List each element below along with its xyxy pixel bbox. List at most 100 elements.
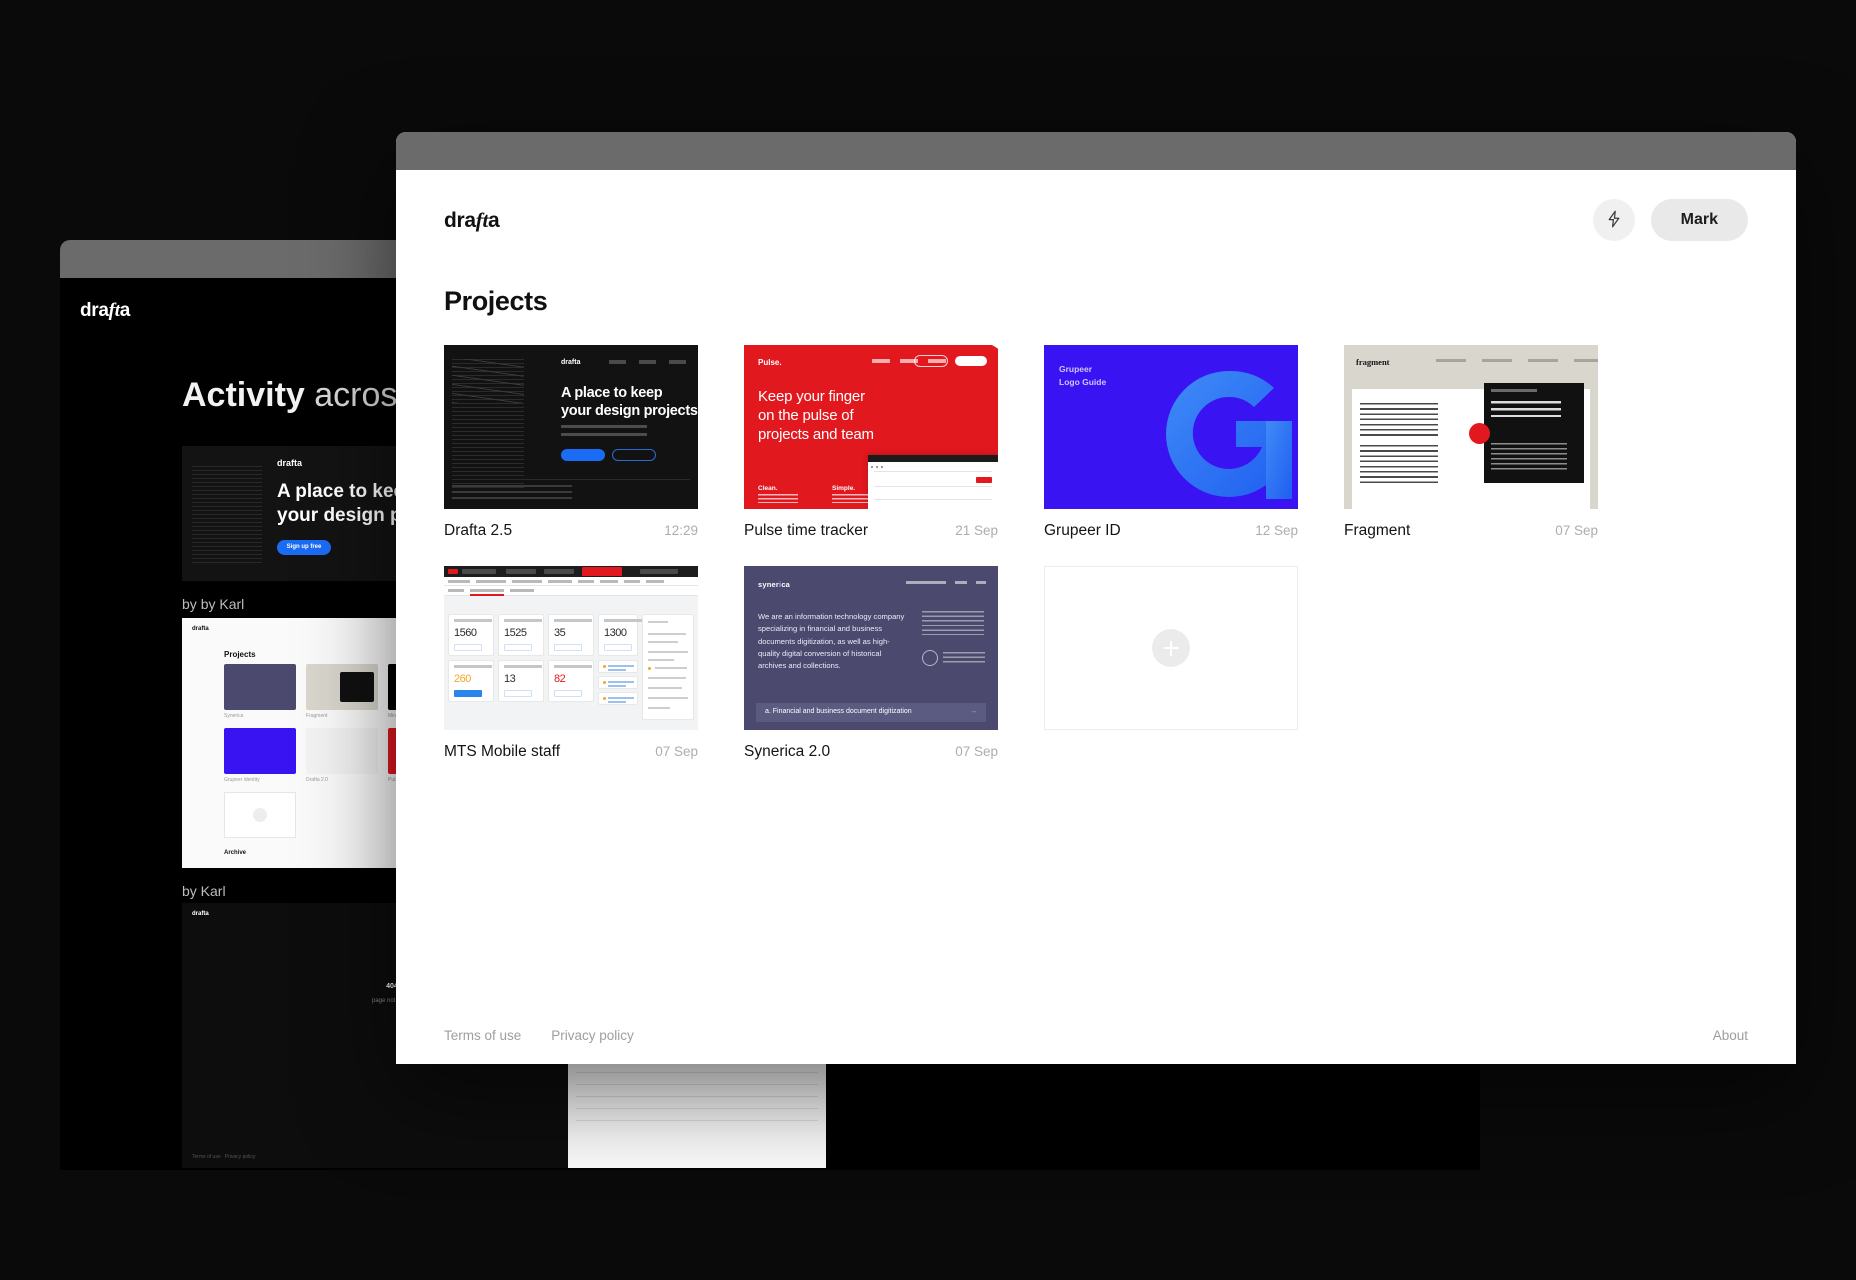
thumb-bottom-bar-label: a. Financial and business document digit… [765, 708, 912, 715]
background-board-tile [306, 728, 378, 774]
project-thumbnail-fragment[interactable]: fragment [1344, 345, 1598, 509]
plus-icon[interactable] [1152, 629, 1190, 667]
thumb-seal-icon [922, 650, 938, 666]
thumb-stat-value: 1300 [604, 627, 626, 639]
background-board-tile [224, 664, 296, 710]
project-card[interactable]: Grupeer Logo Guide [1044, 345, 1298, 540]
thumb-note [598, 676, 638, 689]
thumb-note [598, 692, 638, 705]
project-name: Drafta 2.5 [444, 522, 512, 540]
thumb-stat-value: 82 [554, 673, 565, 685]
project-meta: Drafta 2.5 12:29 [444, 522, 698, 540]
project-card[interactable]: 1560 1525 35 1300 [444, 566, 698, 761]
background-board-archive-title: Archive [224, 850, 246, 856]
background-hero-cta[interactable]: Sign up free [277, 540, 331, 555]
project-thumbnail-pulse[interactable]: Pulse. Keep your fingeron the pulse ofpr… [744, 345, 998, 509]
thumb-watermark [452, 359, 524, 403]
thumb-stat-value: 35 [554, 627, 565, 639]
background-brand-logo: drafta [80, 300, 130, 322]
thumb-col-1: Clean. [758, 485, 798, 492]
thumb-paragraph-1 [1360, 403, 1438, 436]
privacy-policy-link[interactable]: Privacy policy [551, 1028, 634, 1043]
thumb-headline: We are an information technology company… [758, 611, 906, 672]
thumb-headline: A place to keepyour design projects [561, 385, 698, 421]
thumb-stat-value: 260 [454, 673, 471, 685]
background-heading-bold: Activity [182, 376, 305, 414]
project-thumbnail-grupeer[interactable]: Grupeer Logo Guide [1044, 345, 1298, 509]
add-project-card[interactable] [1044, 566, 1298, 761]
main-content: Projects drafta A place to keepyour desi… [396, 270, 1796, 1006]
thumb-nav [1436, 359, 1598, 362]
thumb-paragraph [561, 425, 647, 440]
project-card[interactable]: synerica We are an information technolog… [744, 566, 998, 761]
about-link[interactable]: About [1713, 1028, 1748, 1043]
thumb-dark-panel [1484, 383, 1584, 483]
project-meta: Grupeer ID 12 Sep [1044, 522, 1298, 540]
account-button[interactable]: Mark [1651, 199, 1748, 241]
background-attribution-2: by Karl [182, 883, 226, 899]
app-header: drafta Mark [396, 170, 1796, 270]
project-card[interactable]: Pulse. Keep your fingeron the pulse ofpr… [744, 345, 998, 540]
project-date: 07 Sep [1555, 523, 1598, 538]
thumb-nav-pill-filled [954, 355, 988, 367]
window-titlebar[interactable] [396, 132, 1796, 170]
thumb-topbar [444, 566, 698, 577]
thumb-logo: Pulse. [758, 358, 782, 367]
terms-of-use-link[interactable]: Terms of use [444, 1028, 521, 1043]
thumb-paragraph-2 [1360, 445, 1438, 485]
thumb-title: Grupeer Logo Guide [1059, 363, 1106, 389]
background-board-tile-caption: Fragment [306, 713, 327, 719]
thumb-side-text [922, 611, 984, 635]
thumb-cta-secondary [612, 449, 656, 461]
background-dark-footer: Terms of use Privacy policy [192, 1154, 255, 1160]
thumb-bottom-bar: a. Financial and business document digit… [756, 703, 986, 722]
thumb-col-2: Simple. [832, 485, 872, 492]
project-date: 12:29 [664, 523, 698, 538]
thumb-footer-text [452, 485, 572, 501]
project-meta: Synerica 2.0 07 Sep [744, 743, 998, 761]
add-project-dropzone[interactable] [1044, 566, 1298, 730]
background-board-add-tile[interactable] [224, 792, 296, 838]
thumb-events-panel [642, 614, 694, 720]
thumb-stat-card: 35 [548, 614, 594, 656]
app-footer: Terms of use Privacy policy About [396, 1006, 1796, 1064]
background-hero-logo: drafta [277, 458, 302, 468]
thumb-logo: drafta [561, 359, 580, 366]
lightning-bolt-icon [1606, 210, 1622, 231]
project-date: 07 Sep [655, 744, 698, 759]
thumb-stat-value: 1560 [454, 627, 476, 639]
project-date: 07 Sep [955, 744, 998, 759]
background-board-tile-inner [340, 672, 374, 702]
background-board-title: Projects [224, 650, 256, 659]
header-actions: Mark [1593, 199, 1748, 241]
thumb-stat-card: 260 [448, 660, 494, 702]
thumb-logo: fragment [1356, 357, 1390, 367]
thumb-stat-card: 82 [548, 660, 594, 702]
thumb-stat-card: 1560 [448, 614, 494, 656]
thumb-subnav [444, 577, 698, 586]
project-thumbnail-drafta[interactable]: drafta A place to keepyour design projec… [444, 345, 698, 509]
project-thumbnail-mts[interactable]: 1560 1525 35 1300 [444, 566, 698, 730]
lightning-bolt-button[interactable] [1593, 199, 1635, 241]
thumb-note [598, 660, 638, 673]
thumb-bottom-bar-arrow: → [970, 708, 977, 715]
window-body: drafta Mark Projects [396, 170, 1796, 1064]
thumb-nav [906, 581, 986, 584]
drafta-app-window: drafta Mark Projects [396, 132, 1796, 1064]
projects-grid: drafta A place to keepyour design projec… [444, 345, 1748, 761]
thumb-tabs [444, 586, 698, 596]
project-thumbnail-synerica[interactable]: synerica We are an information technolog… [744, 566, 998, 730]
thumb-divider [452, 479, 690, 480]
brand-logo[interactable]: drafta [444, 208, 499, 233]
background-hero-cta-label: Sign up free [277, 540, 331, 555]
project-card[interactable]: fragment Fragment 07 Sep [1344, 345, 1598, 540]
thumb-red-dot [1469, 423, 1490, 444]
thumb-logo: synerica [758, 580, 790, 589]
background-dark-logo: drafta [192, 911, 209, 917]
thumb-nav-pill [914, 355, 948, 367]
project-card[interactable]: drafta A place to keepyour design projec… [444, 345, 698, 540]
background-hero-texture [192, 466, 262, 566]
background-board-tile-caption: Drafta 2.0 [306, 777, 328, 783]
thumb-seal-text [943, 652, 985, 663]
thumb-nav [609, 360, 686, 364]
